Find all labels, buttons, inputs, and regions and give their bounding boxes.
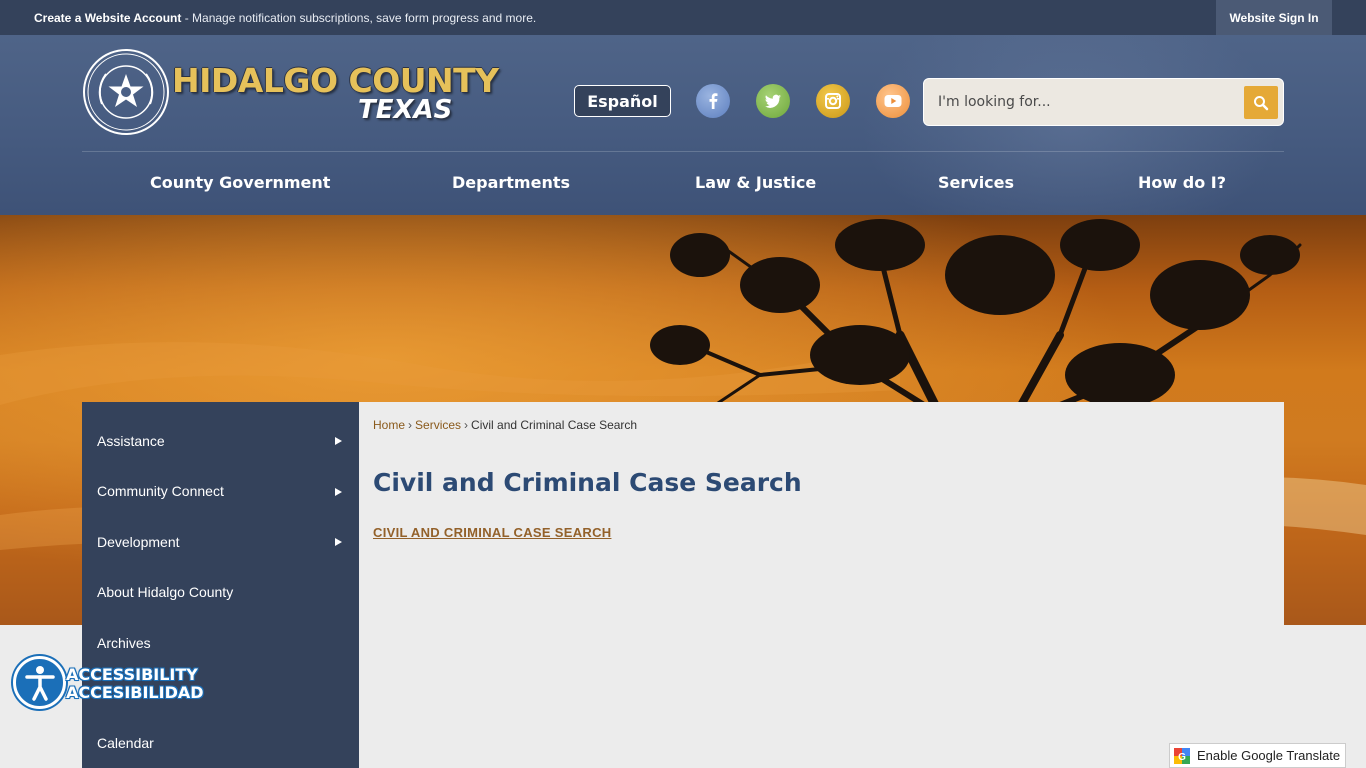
search-icon — [1254, 95, 1269, 110]
google-translate-label[interactable]: Enable Google Translate — [1197, 748, 1340, 763]
google-translate-button[interactable]: G Enable Google Translate — [1169, 743, 1346, 768]
site-search — [923, 78, 1284, 126]
nav-services[interactable]: Services — [938, 173, 1014, 192]
page-title: Civil and Criminal Case Search — [373, 468, 802, 497]
sidebar-item-archives[interactable]: Archives — [97, 635, 151, 651]
county-seal-logo[interactable] — [82, 48, 170, 136]
create-account-link[interactable]: Create a Website Account — [34, 11, 181, 25]
sidebar-item-calendar[interactable]: Calendar — [97, 735, 154, 751]
breadcrumb-services-link[interactable]: Services — [415, 418, 461, 432]
site-header: HIDALGO COUNTY TEXAS Español County Gove… — [0, 35, 1366, 215]
main-content: Home › Services › Civil and Criminal Case Se… — [359, 402, 1284, 768]
submenu-arrow-icon[interactable] — [335, 488, 342, 496]
breadcrumb-separator: › — [464, 418, 469, 432]
case-search-link[interactable]: CIVIL AND CRIMINAL CASE SEARCH — [373, 525, 611, 540]
youtube-icon[interactable] — [876, 84, 910, 118]
logo-subtitle[interactable]: TEXAS — [358, 95, 452, 125]
accessibility-icon[interactable] — [13, 656, 66, 709]
search-input[interactable] — [938, 91, 1228, 113]
sidebar-item-assistance[interactable]: Assistance — [97, 433, 165, 449]
breadcrumb-separator: › — [408, 418, 413, 432]
account-message: Create a Website Account - Manage notifi… — [34, 11, 536, 25]
sidebar-item-community-connect[interactable]: Community Connect — [97, 483, 224, 499]
nav-county-government[interactable]: County Government — [150, 173, 330, 192]
facebook-icon[interactable] — [696, 84, 730, 118]
search-button[interactable] — [1244, 86, 1278, 119]
nav-how-do-i[interactable]: How do I? — [1138, 173, 1226, 192]
submenu-arrow-icon[interactable] — [335, 437, 342, 445]
sidebar-item-development[interactable]: Development — [97, 534, 180, 550]
breadcrumb-home-link[interactable]: Home — [373, 418, 405, 432]
nav-divider — [82, 151, 1284, 152]
sidebar-nav: Assistance Community Connect Development… — [82, 402, 359, 768]
google-translate-icon: G — [1174, 747, 1190, 764]
submenu-arrow-icon[interactable] — [335, 538, 342, 546]
breadcrumb-current: Civil and Criminal Case Search — [471, 418, 638, 432]
accesibilidad-label[interactable]: ACCESIBILIDAD — [66, 683, 204, 702]
nav-departments[interactable]: Departments — [452, 173, 570, 192]
twitter-icon[interactable] — [756, 84, 790, 118]
top-bar: Create a Website Account - Manage notifi… — [0, 0, 1366, 35]
accessibility-widget[interactable]: ACCESSIBILITY ACCESIBILIDAD — [13, 656, 204, 710]
account-message-text: - Manage notification subscriptions, sav… — [181, 11, 537, 25]
espanol-button[interactable]: Español — [574, 85, 671, 117]
svg-text:G: G — [1178, 752, 1186, 763]
instagram-icon[interactable] — [816, 84, 850, 118]
sidebar-item-about-hidalgo-county[interactable]: About Hidalgo County — [97, 584, 233, 600]
website-sign-in-button[interactable]: Website Sign In — [1216, 0, 1332, 35]
nav-law-justice[interactable]: Law & Justice — [695, 173, 816, 192]
breadcrumb: Home › Services › Civil and Criminal Case Se… — [373, 418, 637, 432]
accessibility-label[interactable]: ACCESSIBILITY — [66, 665, 198, 684]
